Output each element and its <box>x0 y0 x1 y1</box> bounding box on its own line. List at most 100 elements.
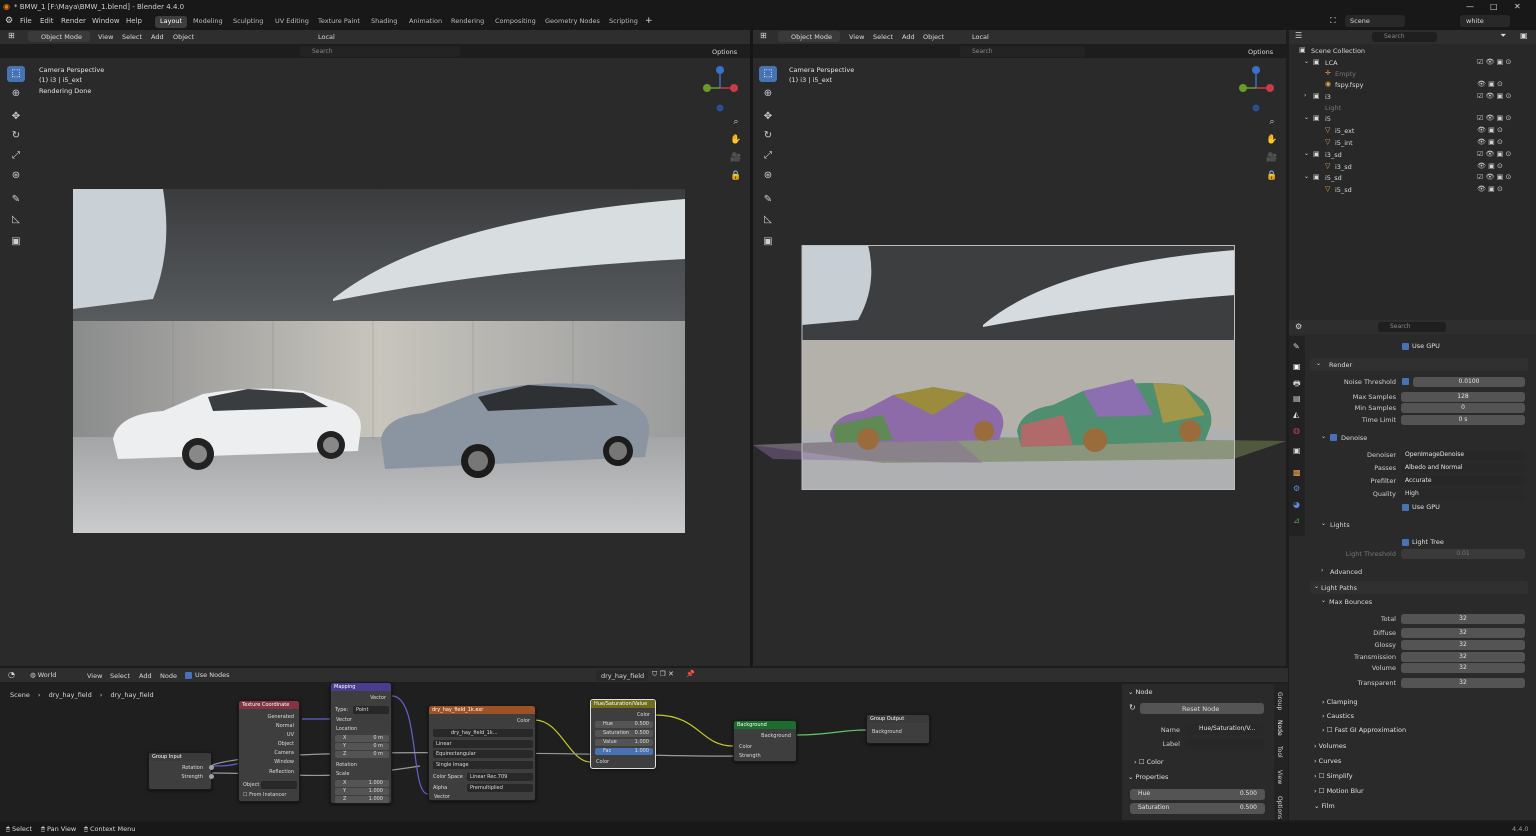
sidebar-tab-options[interactable]: Options <box>1276 796 1283 819</box>
group-output-node[interactable]: Group Output Background <box>866 714 930 744</box>
right-navigation-gizmo[interactable] <box>1236 66 1278 112</box>
film-section-header[interactable]: ⌄ Film <box>1314 802 1335 810</box>
collection-tab-icon[interactable]: ▣ <box>1293 446 1301 455</box>
right-lock-icon[interactable]: 🔒 <box>1265 169 1279 183</box>
group-output-node-header[interactable]: Group Output <box>867 715 929 723</box>
sidebar-saturation-field[interactable]: Saturation 0.500 <box>1130 803 1265 814</box>
from-instancer-checkbox[interactable]: ☐ From Instancer <box>243 792 286 798</box>
menu-window[interactable]: Window <box>92 17 120 25</box>
world-datablock-selector[interactable]: dry_hay_field <box>596 670 648 681</box>
outliner-row[interactable]: ▽ i5_int 👁 ▣ ⊙ <box>1289 137 1536 148</box>
left-options-button[interactable]: Options <box>712 48 737 56</box>
projection-dropdown[interactable]: Equirectangular <box>433 750 533 758</box>
cursor-tool[interactable]: ⊕ <box>7 86 25 102</box>
properties-search-input[interactable]: Search <box>1378 322 1446 332</box>
caustics-section-header[interactable]: › Caustics <box>1322 712 1354 720</box>
left-menu-object[interactable]: Object <box>173 33 194 41</box>
scale-x-field[interactable]: X 1.000 <box>335 780 389 787</box>
outliner-row[interactable]: ▣ Scene Collection <box>1289 45 1536 56</box>
visibility-icon[interactable]: 👁 ▣ ⊙ <box>1477 126 1503 134</box>
node-panel-header[interactable]: ⌄ Node <box>1128 688 1152 696</box>
left-lock-icon[interactable]: 🔒 <box>729 169 743 183</box>
reset-node-button[interactable]: Reset Node <box>1140 703 1264 714</box>
passes-dropdown[interactable]: Albedo and Normal <box>1401 463 1525 473</box>
advanced-section-header[interactable]: › Advanced <box>1318 567 1528 578</box>
tab-scripting[interactable]: Scripting <box>604 16 643 28</box>
right-rotate-tool[interactable]: ↻ <box>759 128 777 144</box>
right-menu-select[interactable]: Select <box>873 33 893 41</box>
outliner-row[interactable]: ⌄ ▣ LCA ☑ 👁 ▣ ⊙ <box>1289 57 1536 68</box>
right-menu-add[interactable]: Add <box>902 33 915 41</box>
fac-field[interactable]: Fac 1.000 <box>595 748 653 755</box>
right-annotate-tool[interactable]: ✎ <box>759 192 777 208</box>
interpolation-dropdown[interactable]: Linear <box>433 740 533 748</box>
tab-modeling[interactable]: Modeling <box>188 16 228 28</box>
visibility-icon[interactable]: 👁 ▣ ⊙ <box>1477 138 1503 146</box>
hue-saturation-value-node[interactable]: Hue/Saturation/Value Color Hue 0.500 Satu… <box>590 699 656 769</box>
node-name-input[interactable]: Hue/Saturation/V... <box>1185 724 1265 735</box>
render-tab-icon[interactable]: ▣ <box>1293 362 1301 371</box>
world-tab-icon[interactable]: ◍ <box>1293 426 1300 435</box>
color-space-dropdown[interactable]: Linear Rec.709 <box>467 773 533 781</box>
hsv-node-header[interactable]: Hue/Saturation/Value <box>591 700 655 708</box>
group-input-node[interactable]: Group Input Rotation Strength <box>148 752 214 790</box>
tab-animation[interactable]: Animation <box>404 16 447 28</box>
outliner-row[interactable]: ▽ i3_sd 👁 ▣ ⊙ <box>1289 161 1536 172</box>
texture-coordinate-node[interactable]: Texture Coordinate Generated Normal UV O… <box>238 700 300 802</box>
right-search-input[interactable]: Search <box>960 46 1085 57</box>
right-transform-tool[interactable]: ⊛ <box>759 168 777 184</box>
curves-section-header[interactable]: › Curves <box>1314 757 1341 765</box>
outliner-row[interactable]: ▽ i5_ext 👁 ▣ ⊙ <box>1289 125 1536 136</box>
measure-tool[interactable]: ◺ <box>7 212 25 228</box>
motion-blur-section-header[interactable]: › ☐ Motion Blur <box>1314 787 1364 795</box>
node-menu-node[interactable]: Node <box>160 672 177 680</box>
min-samples-field[interactable]: 0 <box>1401 403 1525 413</box>
sidebar-tab-tool[interactable]: Tool <box>1276 746 1283 758</box>
expand-icon[interactable]: ⌄ <box>1304 58 1309 65</box>
noise-threshold-checkbox[interactable] <box>1402 377 1412 385</box>
scene-selector[interactable]: Scene <box>1345 15 1405 27</box>
right-camera-view-icon[interactable]: 🎥 <box>1265 151 1279 165</box>
visibility-icon[interactable]: ☑ 👁 ▣ ⊙ <box>1477 58 1511 66</box>
visibility-icon[interactable]: ☑ 👁 ▣ ⊙ <box>1477 114 1511 122</box>
outliner-row[interactable]: ▽ i5_sd 👁 ▣ ⊙ <box>1289 184 1536 195</box>
denoise-section-header[interactable]: ⌄ Denoise <box>1318 432 1528 444</box>
properties-panel-header[interactable]: ⌄ Properties <box>1128 773 1168 781</box>
scene-icon[interactable]: ⛶ <box>1330 16 1336 26</box>
environment-texture-node-header[interactable]: dry_hay_field_1k.exr <box>429 706 535 714</box>
transform-tool[interactable]: ⊛ <box>7 168 25 184</box>
visibility-icon[interactable]: 👁 ▣ ⊙ <box>1477 80 1503 88</box>
visibility-icon[interactable]: ☑ 👁 ▣ ⊙ <box>1477 92 1511 100</box>
mapping-node-header[interactable]: Mapping <box>331 683 391 691</box>
outliner-row[interactable]: Light <box>1289 102 1536 113</box>
simplify-section-header[interactable]: › ☐ Simplify <box>1314 772 1353 780</box>
close-window-button[interactable]: ✕ <box>1514 2 1521 11</box>
object-field[interactable] <box>261 781 297 789</box>
object-tab-icon[interactable]: ▩ <box>1293 468 1301 477</box>
location-y-field[interactable]: Y 0 m <box>335 743 389 750</box>
visibility-icon[interactable]: 👁 ▣ ⊙ <box>1477 185 1503 193</box>
image-selector[interactable]: dry_hay_field_1k... <box>433 729 533 737</box>
node-label-input[interactable] <box>1185 738 1265 749</box>
select-box-tool[interactable]: ⬚ <box>7 66 25 82</box>
noise-threshold-field[interactable]: 0.0100 <box>1413 377 1525 387</box>
left-menu-view[interactable]: View <box>98 33 113 41</box>
denoise-checkbox[interactable] <box>1330 433 1340 441</box>
add-cube-tool[interactable]: ▣ <box>7 234 25 250</box>
left-navigation-gizmo[interactable] <box>700 66 742 112</box>
clamping-section-header[interactable]: › Clamping <box>1322 698 1358 706</box>
bounces-transmission-field[interactable]: 32 <box>1401 652 1525 662</box>
location-x-field[interactable]: X 0 m <box>335 735 389 742</box>
bounces-transparent-field[interactable]: 32 <box>1401 678 1525 688</box>
annotate-tool[interactable]: ✎ <box>7 192 25 208</box>
sidebar-hue-field[interactable]: Hue 0.500 <box>1130 789 1265 800</box>
menu-render[interactable]: Render <box>61 17 86 25</box>
expand-icon[interactable]: ⌄ <box>1304 150 1309 157</box>
render-section-header[interactable]: ⌄ Render <box>1310 358 1528 371</box>
left-search-input[interactable]: Search <box>300 46 460 57</box>
prefilter-dropdown[interactable]: Accurate <box>1401 476 1525 486</box>
light-tree-checkbox[interactable]: Light Tree <box>1402 538 1444 546</box>
fast-gi-section-header[interactable]: › ☐ Fast GI Approximation <box>1322 726 1406 734</box>
bounces-diffuse-field[interactable]: 32 <box>1401 628 1525 638</box>
right-measure-tool[interactable]: ◺ <box>759 212 777 228</box>
